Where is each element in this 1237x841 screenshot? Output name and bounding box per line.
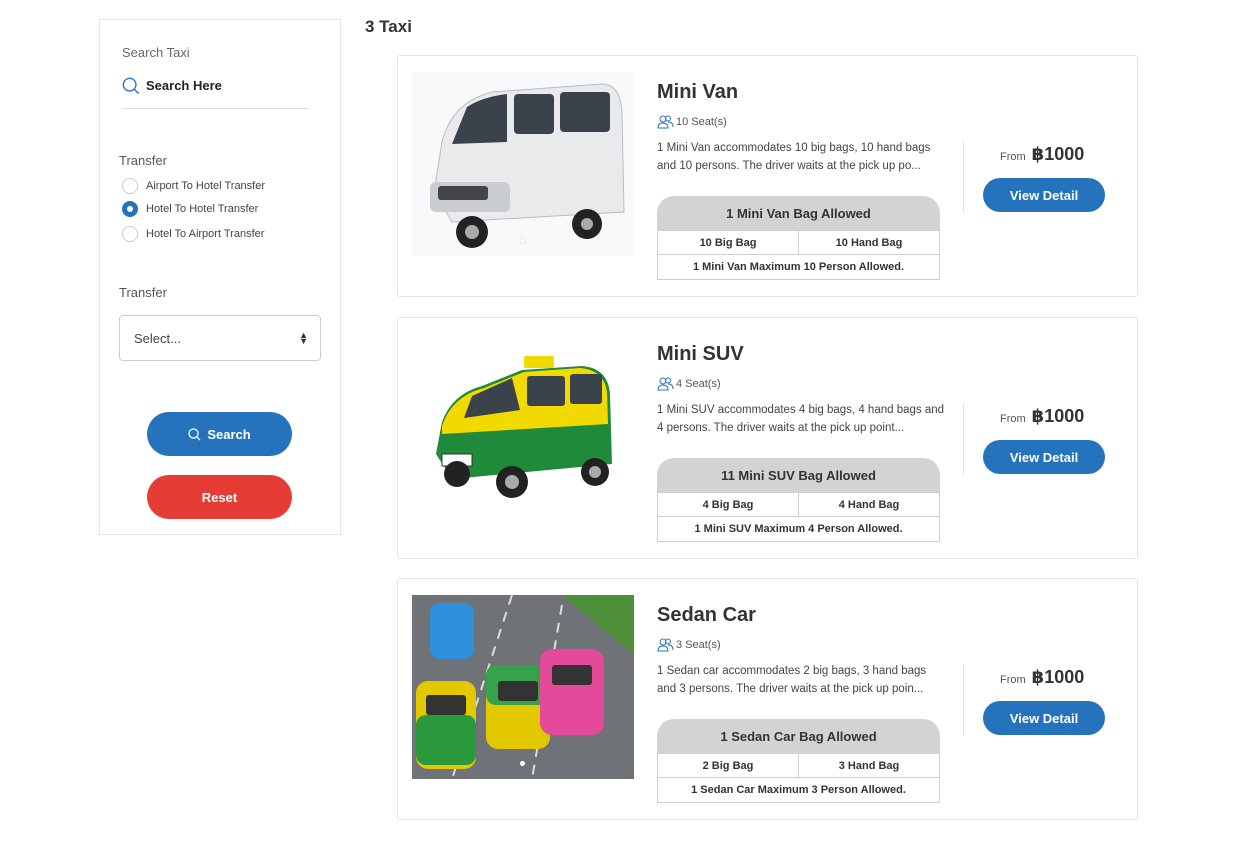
radio-label: Hotel To Airport Transfer xyxy=(146,228,265,240)
price-block: From ฿1000 xyxy=(1000,144,1084,165)
big-bag-cell: 4 Big Bag xyxy=(702,498,754,511)
sedan-photo-illustration xyxy=(412,595,634,779)
users-icon xyxy=(657,115,674,129)
bag-allowed-header: 1 Sedan Car Bag Allowed xyxy=(657,719,940,753)
mini-suv-image[interactable] xyxy=(412,334,634,518)
transfer-select[interactable]: Select... ▲ ▼ xyxy=(119,315,321,361)
seats-text: 10 Seat(s) xyxy=(676,116,727,128)
big-bag-cell: 2 Big Bag xyxy=(702,759,754,772)
from-label: From xyxy=(1000,413,1026,425)
hand-bag-cell: 10 Hand Bag xyxy=(798,231,939,254)
taxi-description: 1 Mini Van accommodates 10 big bags, 10 … xyxy=(657,142,931,172)
bag-row: 4 Big Bag 4 Hand Bag xyxy=(657,492,940,517)
users-icon xyxy=(657,638,674,652)
bag-row: 2 Big Bag 3 Hand Bag xyxy=(657,753,940,778)
taxi-description: 1 Mini SUV accommodates 4 big bags, 4 ha… xyxy=(657,404,945,434)
radio-button[interactable] xyxy=(122,226,138,242)
search-icon xyxy=(122,77,140,94)
radio-airport-to-hotel[interactable]: Airport To Hotel Transfer xyxy=(122,178,265,194)
price: ฿1000 xyxy=(1031,667,1085,687)
search-input[interactable]: Search Here xyxy=(122,75,308,109)
from-label: From xyxy=(1000,674,1026,686)
search-icon xyxy=(188,427,201,440)
bag-row: 10 Big Bag 10 Hand Bag xyxy=(657,230,940,255)
taxi-card-mini-van: Mini Van 10 Seat(s) 1 Mini Van accommoda… xyxy=(397,55,1138,297)
big-bag-cell: 10 Big Bag xyxy=(699,236,757,249)
transfer-select-label: Transfer xyxy=(119,285,167,300)
select-value: Select... xyxy=(134,330,181,346)
seats-info: 10 Seat(s) xyxy=(657,115,727,129)
search-taxi-label: Search Taxi xyxy=(122,45,190,60)
van-illustration xyxy=(412,72,634,256)
seats-info: 4 Seat(s) xyxy=(657,377,721,391)
hand-bag-cell: 4 Hand Bag xyxy=(798,493,939,516)
reset-button-label: Reset xyxy=(201,489,238,505)
radio-label: Hotel To Hotel Transfer xyxy=(146,203,259,215)
max-persons-cell: 1 Mini SUV Maximum 4 Person Allowed. xyxy=(694,523,903,535)
from-label: From xyxy=(1000,151,1026,163)
radio-button[interactable] xyxy=(122,178,138,194)
max-persons-row: 1 Mini SUV Maximum 4 Person Allowed. xyxy=(657,517,940,542)
radio-button-checked[interactable] xyxy=(122,201,138,217)
price-block: From ฿1000 xyxy=(1000,667,1084,688)
search-button-label: Search xyxy=(207,426,251,442)
search-placeholder: Search Here xyxy=(146,78,222,93)
carousel-dot[interactable] xyxy=(520,761,525,766)
seats-info: 3 Seat(s) xyxy=(657,638,721,652)
max-persons-cell: 1 Mini Van Maximum 10 Person Allowed. xyxy=(692,261,905,273)
radio-label: Airport To Hotel Transfer xyxy=(146,180,266,192)
filter-sidebar: Search Taxi Search Here Transfer Airport… xyxy=(99,19,341,535)
seats-text: 4 Seat(s) xyxy=(676,378,721,390)
transfer-label: Transfer xyxy=(119,153,167,168)
radio-hotel-to-hotel[interactable]: Hotel To Hotel Transfer xyxy=(122,201,258,217)
reset-button[interactable]: Reset xyxy=(147,475,292,519)
mini-van-image[interactable] xyxy=(412,72,634,256)
sedan-car-image[interactable] xyxy=(412,595,634,779)
updown-arrow-icon: ▲ ▼ xyxy=(299,330,308,346)
carousel-dot[interactable] xyxy=(520,238,525,243)
taxi-card-mini-suv: Mini SUV 4 Seat(s) 1 Mini SUV accommodat… xyxy=(397,317,1138,559)
view-detail-button[interactable]: View Detail xyxy=(983,701,1105,735)
search-button[interactable]: Search xyxy=(147,412,292,456)
taxi-name: Sedan Car xyxy=(657,604,756,626)
taxi-name: Mini Van xyxy=(657,81,739,103)
hand-bag-cell: 3 Hand Bag xyxy=(798,754,939,777)
price: ฿1000 xyxy=(1031,144,1085,164)
bag-allowance-table: 1 Sedan Car Bag Allowed 2 Big Bag 3 Hand… xyxy=(657,719,940,803)
results-count: 3 Taxi xyxy=(365,17,412,36)
view-detail-button[interactable]: View Detail xyxy=(983,440,1105,474)
users-icon xyxy=(657,377,674,391)
bag-allowed-header: 11 Mini SUV Bag Allowed xyxy=(657,458,940,492)
max-persons-row: 1 Sedan Car Maximum 3 Person Allowed. xyxy=(657,778,940,803)
bag-allowed-header: 1 Mini Van Bag Allowed xyxy=(657,196,940,230)
max-persons-cell: 1 Sedan Car Maximum 3 Person Allowed. xyxy=(691,784,906,796)
price-block: From ฿1000 xyxy=(1000,406,1084,427)
price: ฿1000 xyxy=(1031,406,1085,426)
divider xyxy=(963,664,964,736)
suv-illustration xyxy=(412,334,634,518)
max-persons-row: 1 Mini Van Maximum 10 Person Allowed. xyxy=(657,255,940,280)
taxi-name: Mini SUV xyxy=(657,343,744,365)
view-detail-button[interactable]: View Detail xyxy=(983,178,1105,212)
radio-hotel-to-airport[interactable]: Hotel To Airport Transfer xyxy=(122,226,264,242)
divider xyxy=(963,141,964,213)
divider xyxy=(963,403,964,475)
bag-allowance-table: 1 Mini Van Bag Allowed 10 Big Bag 10 Han… xyxy=(657,196,940,280)
taxi-description: 1 Sedan car accommodates 2 big bags, 3 h… xyxy=(657,665,927,695)
seats-text: 3 Seat(s) xyxy=(676,639,721,651)
taxi-card-sedan-car: Sedan Car 3 Seat(s) 1 Sedan car accommod… xyxy=(397,578,1138,820)
bag-allowance-table: 11 Mini SUV Bag Allowed 4 Big Bag 4 Hand… xyxy=(657,458,940,542)
